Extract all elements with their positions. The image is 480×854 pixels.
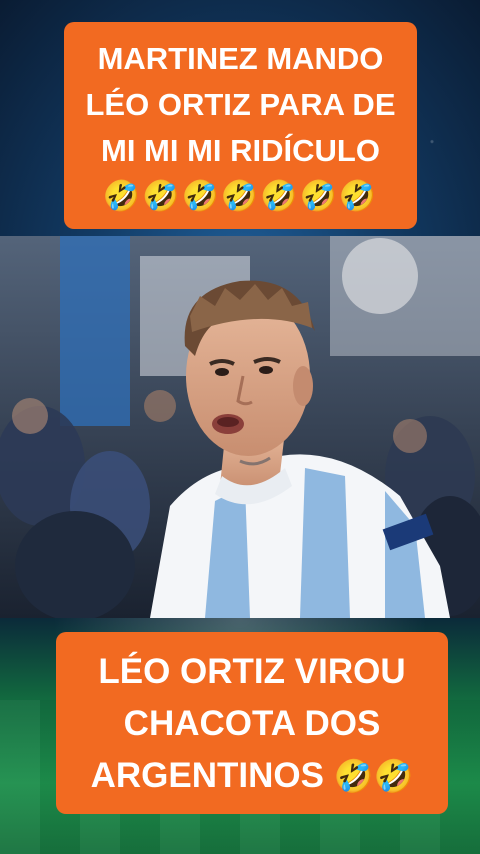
top-caption: MARTINEZ MANDO LÉO ORTIZ PARA DE MI MI M… (64, 22, 417, 229)
laughing-emoji-pair: 🤣🤣 (333, 758, 414, 794)
player-illustration (0, 236, 480, 618)
bottom-caption-line-1: LÉO ORTIZ VIROU (98, 652, 406, 691)
bottom-caption-line-3: ARGENTINOS 🤣🤣 (64, 750, 440, 802)
bottom-caption-line-3-text: ARGENTINOS (90, 756, 324, 795)
top-caption-line-1: MARTINEZ MANDO (97, 41, 384, 76)
top-caption-line-2: LÉO ORTIZ PARA DE (85, 87, 396, 122)
top-caption-line-3: MI MI MI RIDÍCULO (101, 133, 380, 168)
bottom-caption-line-2: CHACOTA DOS (123, 704, 381, 743)
player-photo (0, 236, 480, 618)
bottom-caption: LÉO ORTIZ VIROU CHACOTA DOS ARGENTINOS 🤣… (56, 632, 448, 814)
laughing-emoji-row: 🤣🤣🤣🤣🤣🤣🤣 (102, 180, 379, 213)
